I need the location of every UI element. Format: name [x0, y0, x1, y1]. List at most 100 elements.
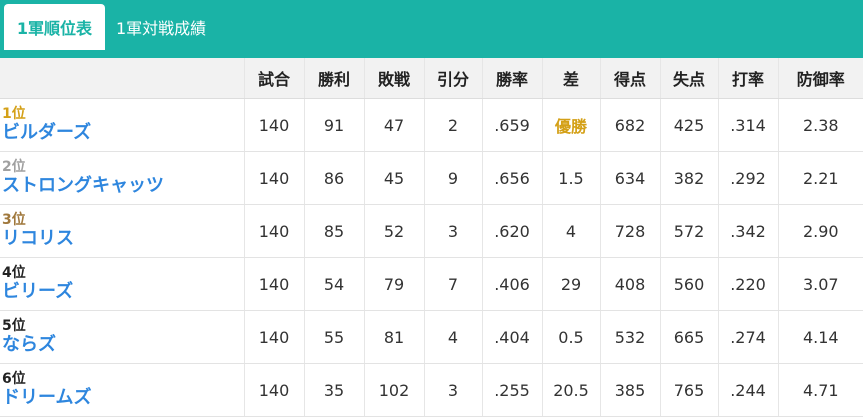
rank-label: 5位	[2, 318, 26, 334]
runs-scored-cell: 682	[599, 98, 660, 152]
win-pct-cell: .620	[481, 204, 542, 258]
batting-avg-cell: .220	[717, 257, 778, 311]
draws-cell: 3	[423, 363, 482, 417]
losses-cell: 47	[363, 98, 424, 152]
runs-allowed-cell: 560	[659, 257, 718, 311]
runs-scored-cell: 728	[599, 204, 660, 258]
win-pct-cell: .656	[481, 151, 542, 205]
tab-bar: 1軍順位表 1軍対戦成績	[0, 0, 863, 57]
wins-cell: 86	[303, 151, 364, 205]
runs-allowed-cell: 425	[659, 98, 718, 152]
header-era: 防御率	[777, 58, 863, 99]
runs-scored-cell: 408	[599, 257, 660, 311]
team-link[interactable]: ならズ	[2, 334, 244, 356]
header-games: 試合	[243, 58, 304, 99]
tab-head-to-head[interactable]: 1軍対戦成績	[116, 4, 206, 53]
games-behind-cell: 4	[541, 204, 600, 258]
wins-cell: 55	[303, 310, 364, 364]
team-cell: 6位 ドリームズ	[0, 363, 244, 417]
games-cell: 140	[243, 98, 304, 152]
games-behind-cell: 優勝	[541, 98, 600, 152]
runs-allowed-cell: 665	[659, 310, 718, 364]
team-link[interactable]: ビルダーズ	[2, 122, 244, 144]
games-cell: 140	[243, 257, 304, 311]
rank-label: 2位	[2, 159, 26, 175]
tab-standings[interactable]: 1軍順位表	[4, 4, 105, 53]
draws-cell: 2	[423, 98, 482, 152]
era-cell: 3.07	[777, 257, 863, 311]
runs-allowed-cell: 572	[659, 204, 718, 258]
wins-cell: 54	[303, 257, 364, 311]
draws-cell: 3	[423, 204, 482, 258]
header-batting-avg: 打率	[717, 58, 778, 99]
batting-avg-cell: .292	[717, 151, 778, 205]
batting-avg-cell: .274	[717, 310, 778, 364]
rank-label: 3位	[2, 212, 26, 228]
rank-label: 6位	[2, 371, 26, 387]
games-behind-cell: 0.5	[541, 310, 600, 364]
team-link[interactable]: ストロングキャッツ	[2, 175, 244, 197]
losses-cell: 45	[363, 151, 424, 205]
team-cell: 4位 ビリーズ	[0, 257, 244, 311]
losses-cell: 81	[363, 310, 424, 364]
batting-avg-cell: .244	[717, 363, 778, 417]
era-cell: 2.21	[777, 151, 863, 205]
rank-label: 4位	[2, 265, 26, 281]
rank-label: 1位	[2, 106, 26, 122]
table-row: 4位 ビリーズ 140 54 79 7 .406 29 408 560 .220…	[0, 257, 863, 311]
header-win-pct: 勝率	[481, 58, 542, 99]
team-cell: 2位 ストロングキャッツ	[0, 151, 244, 205]
runs-allowed-cell: 765	[659, 363, 718, 417]
runs-scored-cell: 634	[599, 151, 660, 205]
win-pct-cell: .255	[481, 363, 542, 417]
era-cell: 4.14	[777, 310, 863, 364]
games-cell: 140	[243, 310, 304, 364]
draws-cell: 7	[423, 257, 482, 311]
team-cell: 5位 ならズ	[0, 310, 244, 364]
batting-avg-cell: .342	[717, 204, 778, 258]
team-link[interactable]: ビリーズ	[2, 281, 244, 303]
table-row: 6位 ドリームズ 140 35 102 3 .255 20.5 385 765 …	[0, 363, 863, 417]
losses-cell: 52	[363, 204, 424, 258]
draws-cell: 9	[423, 151, 482, 205]
header-wins: 勝利	[303, 58, 364, 99]
win-pct-cell: .659	[481, 98, 542, 152]
table-row: 5位 ならズ 140 55 81 4 .404 0.5 532 665 .274…	[0, 310, 863, 364]
games-cell: 140	[243, 151, 304, 205]
games-behind-cell: 20.5	[541, 363, 600, 417]
runs-scored-cell: 532	[599, 310, 660, 364]
draws-cell: 4	[423, 310, 482, 364]
era-cell: 4.71	[777, 363, 863, 417]
team-cell: 1位 ビルダーズ	[0, 98, 244, 152]
team-cell: 3位 リコリス	[0, 204, 244, 258]
runs-allowed-cell: 382	[659, 151, 718, 205]
games-behind-cell: 29	[541, 257, 600, 311]
header-team	[0, 58, 244, 99]
win-pct-cell: .406	[481, 257, 542, 311]
wins-cell: 91	[303, 98, 364, 152]
losses-cell: 102	[363, 363, 424, 417]
header-games-behind: 差	[541, 58, 600, 99]
era-cell: 2.38	[777, 98, 863, 152]
games-cell: 140	[243, 204, 304, 258]
wins-cell: 35	[303, 363, 364, 417]
table-row: 3位 リコリス 140 85 52 3 .620 4 728 572 .342 …	[0, 204, 863, 258]
era-cell: 2.90	[777, 204, 863, 258]
batting-avg-cell: .314	[717, 98, 778, 152]
standings-table: 試合 勝利 敗戦 引分 勝率 差 得点 失点 打率 防御率 1位 ビルダーズ 1…	[0, 58, 863, 417]
games-behind-cell: 1.5	[541, 151, 600, 205]
runs-scored-cell: 385	[599, 363, 660, 417]
wins-cell: 85	[303, 204, 364, 258]
table-row: 1位 ビルダーズ 140 91 47 2 .659 優勝 682 425 .31…	[0, 98, 863, 152]
header-losses: 敗戦	[363, 58, 424, 99]
losses-cell: 79	[363, 257, 424, 311]
header-runs-allowed: 失点	[659, 58, 718, 99]
team-link[interactable]: ドリームズ	[2, 387, 244, 409]
table-header-row: 試合 勝利 敗戦 引分 勝率 差 得点 失点 打率 防御率	[0, 58, 863, 99]
table-row: 2位 ストロングキャッツ 140 86 45 9 .656 1.5 634 38…	[0, 151, 863, 205]
header-draws: 引分	[423, 58, 482, 99]
standings-page: 1軍順位表 1軍対戦成績 試合 勝利 敗戦 引分 勝率 差 得点 失点 打率 防…	[0, 0, 863, 420]
win-pct-cell: .404	[481, 310, 542, 364]
games-cell: 140	[243, 363, 304, 417]
team-link[interactable]: リコリス	[2, 228, 244, 250]
